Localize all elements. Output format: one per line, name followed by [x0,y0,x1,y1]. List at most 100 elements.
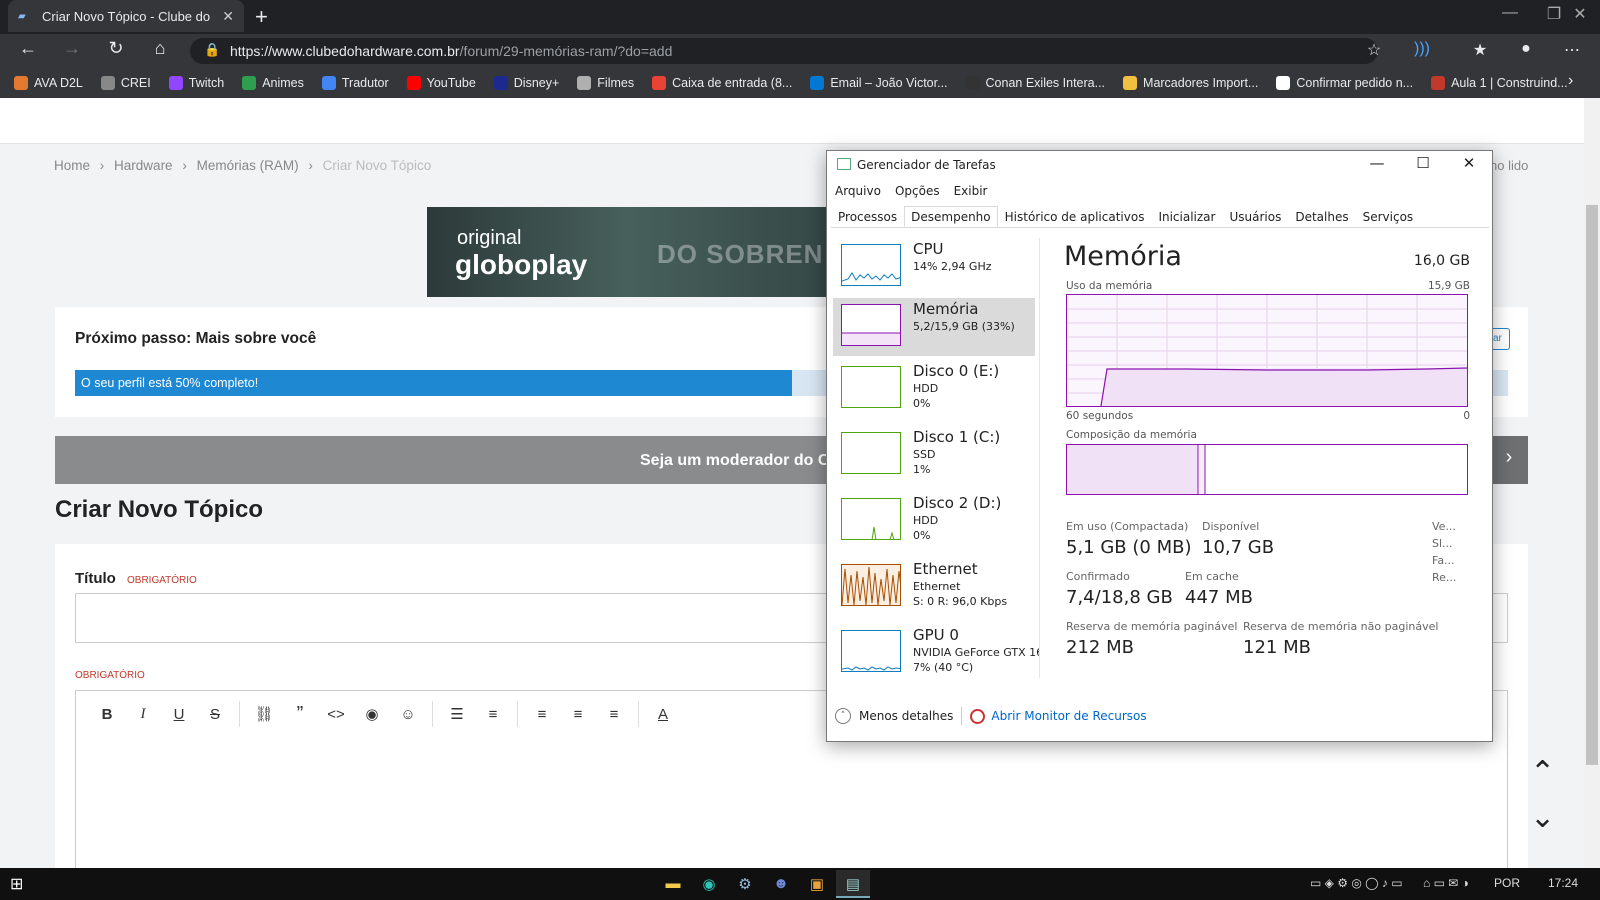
resource-memoria[interactable]: Memória 5,2/15,9 GB (33%) [833,298,1035,356]
bookmark-favicon-icon [14,76,28,90]
resource-detail: 0% [913,529,931,542]
resource-name: Ethernet [913,560,978,578]
scroll-down-icon[interactable]: ⌄ [1530,800,1555,835]
bookmark-item[interactable]: Twitch [168,76,224,90]
forward-button[interactable]: → [58,38,86,59]
close-window-button[interactable]: ✕ [1560,4,1600,24]
steam-icon[interactable]: ⚙ [728,870,762,898]
tab-processos[interactable]: Processos [831,206,904,227]
bulleted-list-icon[interactable]: ☰ [439,705,475,723]
chevron-up-icon[interactable]: ˄ [835,708,851,724]
strikethrough-icon[interactable]: S [197,706,233,723]
link-icon[interactable]: ⛓ [246,705,282,723]
language-indicator[interactable]: POR [1494,876,1520,890]
chevron-right-icon[interactable]: › [1568,72,1573,90]
bookmark-item[interactable]: AVA D2L [14,76,83,90]
tm-maximize-button[interactable]: ☐ [1403,154,1443,172]
resource-monitor-icon [970,708,986,724]
tab-detalhes[interactable]: Detalhes [1288,206,1355,227]
code-icon[interactable]: <> [318,706,354,723]
breadcrumb-memorias[interactable]: Memórias (RAM) [197,158,299,173]
menu-exibir[interactable]: Exibir [954,184,988,198]
task-manager-taskbar-icon[interactable]: ▤ [836,870,870,898]
tab-servicos[interactable]: Serviços [1356,206,1421,227]
menu-arquivo[interactable]: Arquivo [835,184,881,198]
resource-name: GPU 0 [913,626,959,644]
tab-inicializar[interactable]: Inicializar [1151,206,1222,227]
refresh-button[interactable]: ↻ [102,38,130,59]
file-explorer-icon[interactable]: ▬ [656,870,690,898]
resource-disco-2[interactable]: Disco 2 (D:) HDD 0% [833,492,1035,550]
less-details-button[interactable]: Menos detalhes [859,709,953,723]
tray-icons[interactable]: ▭ ◈ ⚙ ◎ ◯ ♪ ▭ [1310,876,1403,890]
favorites-icon[interactable]: ★ [1468,40,1492,60]
bookmark-item[interactable]: Conan Exiles Intera... [965,76,1105,90]
bookmark-favicon-icon [577,76,592,90]
emoji-icon[interactable]: ☺ [390,706,426,723]
resource-ethernet[interactable]: Ethernet Ethernet S: 0 R: 96,0 Kbps [833,558,1035,616]
bookmark-item[interactable]: Animes [242,76,304,90]
unread-link[interactable]: no lido [1490,158,1528,173]
bookmark-item[interactable]: CREI [100,76,151,90]
quote-icon[interactable]: ” [282,703,318,726]
profile-avatar[interactable]: ● [1514,40,1538,58]
chevron-right-icon[interactable]: › [1490,436,1528,484]
resource-disco-1[interactable]: Disco 1 (C:) SSD 1% [833,426,1035,484]
stat-right-label: Ve... [1432,520,1456,533]
resource-monitor-link[interactable]: Abrir Monitor de Recursos [991,709,1146,723]
bookmark-item[interactable]: Confirmar pedido n... [1276,76,1413,90]
clock[interactable]: 17:24 [1548,876,1578,890]
bookmark-item[interactable]: Marcadores Import... [1123,76,1258,90]
browser-tab[interactable]: ▰ Criar Novo Tópico - Clube do Ha ✕ [8,0,244,32]
home-button[interactable]: ⌂ [146,38,174,59]
tab-desempenho[interactable]: Desempenho [904,206,998,227]
breadcrumb-home[interactable]: Home [54,158,90,173]
bookmark-item[interactable]: Filmes [577,76,634,90]
close-tab-icon[interactable]: ✕ [222,8,234,25]
resource-disco-0[interactable]: Disco 0 (E:) HDD 0% [833,360,1035,418]
back-button[interactable]: ← [14,38,42,59]
ad-banner[interactable]: original globoplay DO SOBREN [427,207,827,297]
bookmark-item[interactable]: Tradutor [321,76,389,90]
bookmark-label: Tradutor [341,76,389,90]
align-center-icon[interactable]: ≡ [560,706,596,723]
align-right-icon[interactable]: ≡ [596,706,632,723]
add-favorite-icon[interactable]: ☆ [1362,40,1386,60]
menu-icon[interactable]: ⋯ [1560,40,1584,60]
italic-icon[interactable]: I [125,706,161,723]
bookmark-item[interactable]: YouTube [406,76,476,90]
tab-historico[interactable]: Histórico de aplicativos [998,206,1152,227]
bookmark-item[interactable]: Aula 1 | Construind... [1431,76,1568,90]
bold-icon[interactable]: B [89,706,125,723]
numbered-list-icon[interactable]: ≡ [475,706,511,723]
required-badge: OBRIGATÓRIO [75,670,145,681]
tab-usuarios[interactable]: Usuários [1222,206,1288,227]
resource-gpu[interactable]: GPU 0 NVIDIA GeForce GTX 165 7% (40 °C) [833,624,1039,682]
bookmark-item[interactable]: Disney+ [493,76,560,90]
address-bar[interactable]: 🔒 https://www.clubedohardware.com.br/for… [190,38,1378,64]
gpu-thumbnail [841,630,901,672]
bookmark-item[interactable]: Email – João Victor... [810,76,948,90]
bookmark-item[interactable]: Caixa de entrada (8... [652,76,792,90]
font-color-icon[interactable]: A [645,706,681,723]
align-left-icon[interactable]: ≡ [524,706,560,723]
menu-opcoes[interactable]: Opções [895,184,940,198]
tm-close-button[interactable]: ✕ [1449,154,1489,172]
discord-icon[interactable]: ☻ [764,870,798,898]
tray-more-icons[interactable]: ⌂ ▭ ✉ ◑ [1423,876,1469,890]
scroll-up-icon[interactable]: ⌃ [1530,755,1555,790]
banner-text-1: original [457,227,522,249]
underline-icon[interactable]: U [161,706,197,723]
new-tab-button[interactable]: + [255,4,268,30]
read-aloud-icon[interactable]: ))) [1410,40,1434,58]
scrollbar-thumb[interactable] [1586,205,1598,765]
spoiler-eye-icon[interactable]: ◉ [354,705,390,723]
edge-icon[interactable]: ◉ [692,870,726,898]
breadcrumb-hardware[interactable]: Hardware [114,158,173,173]
resource-cpu[interactable]: CPU 14% 2,94 GHz [833,238,1035,296]
bookmark-label: Disney+ [513,76,560,90]
windows-start-icon[interactable]: ⊞ [10,874,28,893]
minimize-window-button[interactable]: — [1490,4,1530,22]
app-icon[interactable]: ▣ [800,870,834,898]
tm-minimize-button[interactable]: — [1357,154,1397,172]
